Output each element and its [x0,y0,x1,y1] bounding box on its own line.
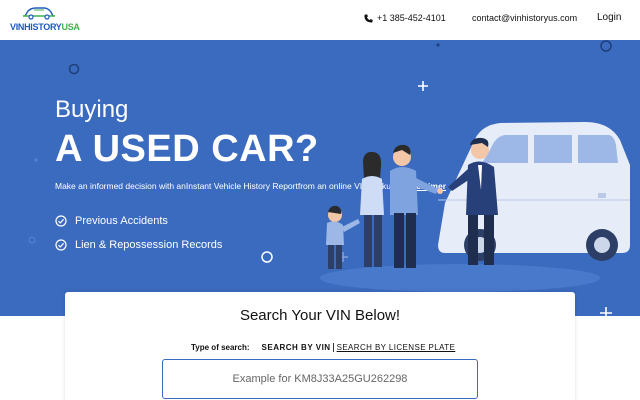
phone-number: +1 385-452-4101 [377,13,446,23]
phone-icon [364,13,373,23]
check-circle-icon [55,239,67,251]
feature-item: Previous Accidents [55,215,168,227]
child-figure [326,205,360,269]
family-car-illustration [320,122,630,292]
site-logo[interactable]: VINHISTORYUSA [10,6,80,34]
hero-title: A USED CAR? [55,128,319,170]
search-type-selector: Type of search: SEARCH BY VIN SEARCH BY … [191,343,455,352]
feature-item: Lien & Repossession Records [55,239,222,251]
hero-banner: Buying A USED CAR? Make an informed deci… [0,40,640,316]
vin-search-input[interactable] [162,359,478,399]
search-title: Search Your VIN Below! [239,307,401,324]
hero-subtitle: Buying [55,96,129,123]
page: VINHISTORYUSA +1 385-452-4101 contact@vi… [0,0,640,400]
feature-label: Previous Accidents [75,215,168,227]
vin-search-card: Search Your VIN Below! Type of search: S… [65,292,575,400]
car-illustration [438,122,630,261]
search-type-label: Type of search: [191,343,250,352]
header: VINHISTORYUSA +1 385-452-4101 contact@vi… [0,0,640,40]
car-logo-icon [23,7,55,20]
logo-usa: USA [61,22,80,32]
login-link[interactable]: Login [597,12,621,23]
feature-label: Lien & Repossession Records [75,239,223,251]
logo-vin-history: VINHISTORY [10,22,62,32]
check-circle-icon [55,215,67,227]
phone-link[interactable]: +1 385-452-4101 [364,13,446,23]
logo-text: VINHISTORYUSA [10,22,80,32]
woman-figure [360,151,384,267]
man-figure [390,144,443,268]
tab-search-by-vin[interactable]: SEARCH BY VIN [262,343,334,352]
email-link[interactable]: contact@vinhistoryus.com [472,13,577,23]
tab-search-by-license-plate[interactable]: SEARCH BY LICENSE PLATE [334,343,456,352]
